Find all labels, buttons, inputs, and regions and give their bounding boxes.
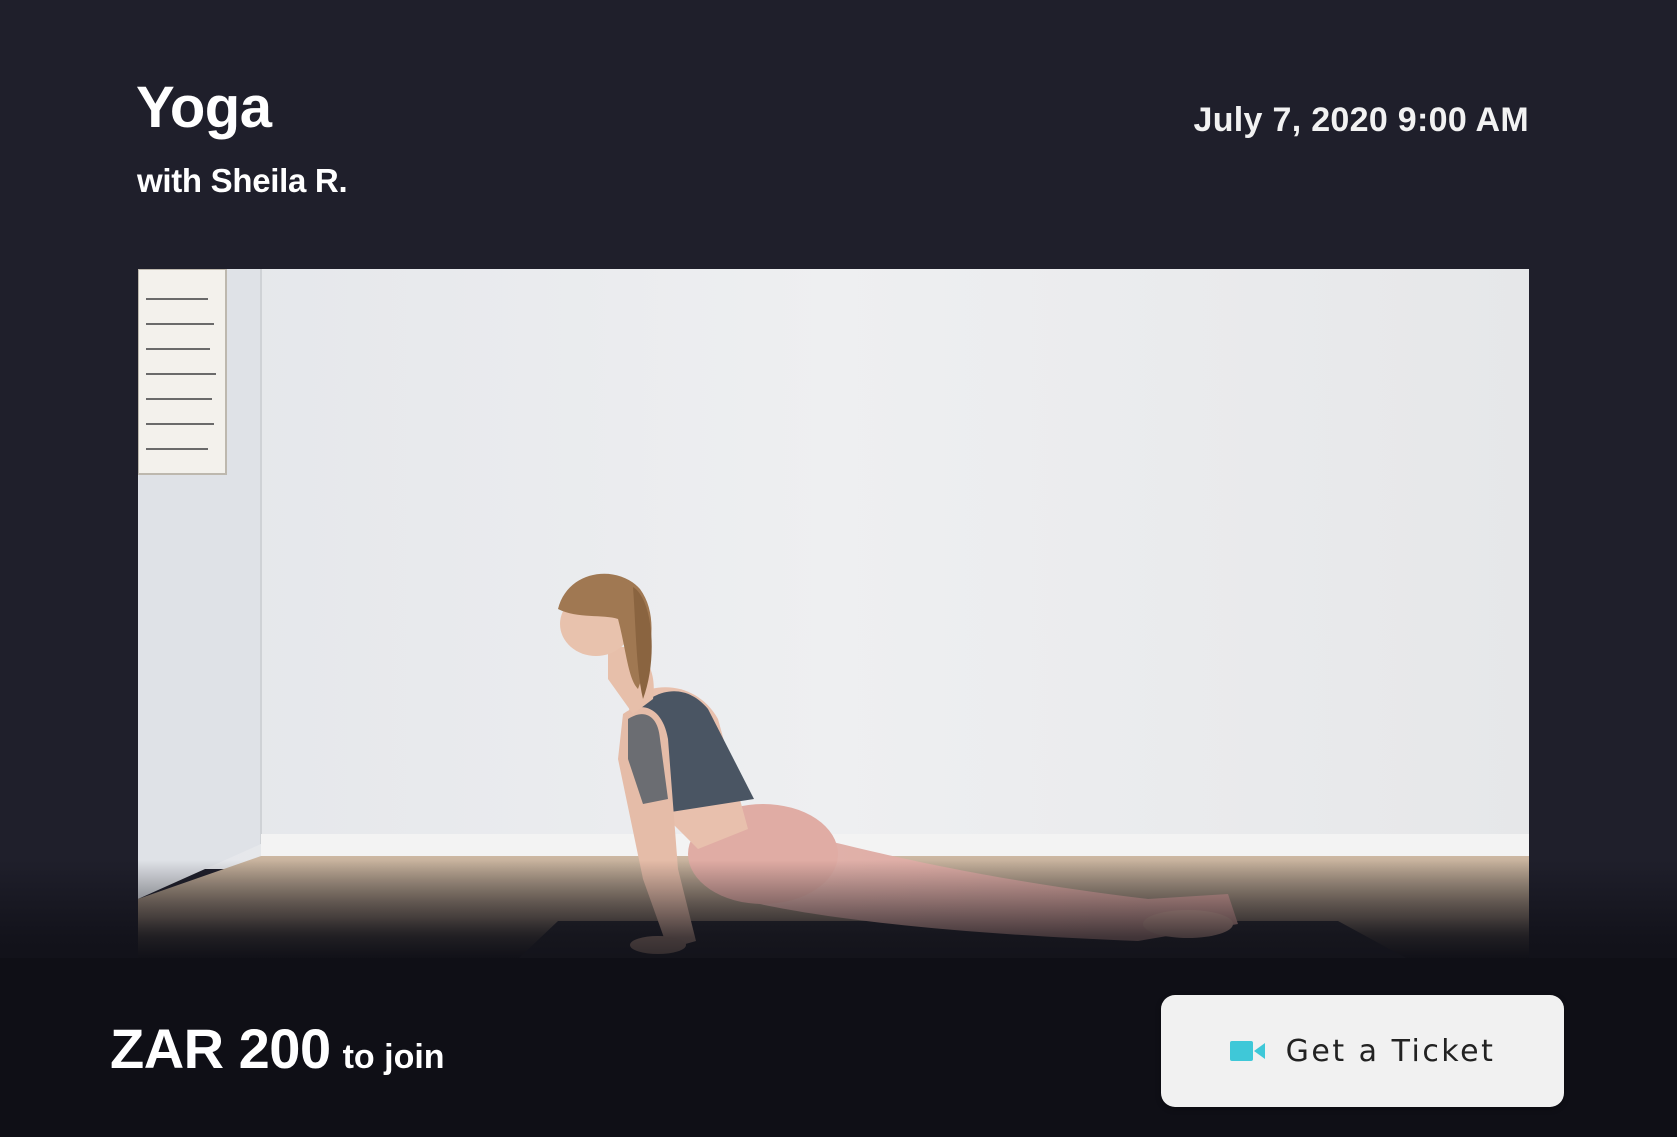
- get-ticket-button[interactable]: Get a Ticket: [1161, 995, 1564, 1107]
- event-page: Yoga with Sheila R. July 7, 2020 9:00 AM: [0, 0, 1677, 1137]
- event-cover-image: [138, 269, 1529, 959]
- video-camera-icon: [1229, 1039, 1266, 1063]
- get-ticket-label: Get a Ticket: [1285, 1033, 1496, 1069]
- price-suffix: to join: [342, 1038, 445, 1076]
- price-amount: ZAR 200: [110, 1017, 331, 1080]
- price-display: ZAR 200 to join: [110, 1016, 445, 1081]
- event-datetime: July 7, 2020 9:00 AM: [1193, 101, 1529, 139]
- event-host: with Sheila R.: [137, 162, 348, 199]
- event-title: Yoga: [136, 75, 272, 140]
